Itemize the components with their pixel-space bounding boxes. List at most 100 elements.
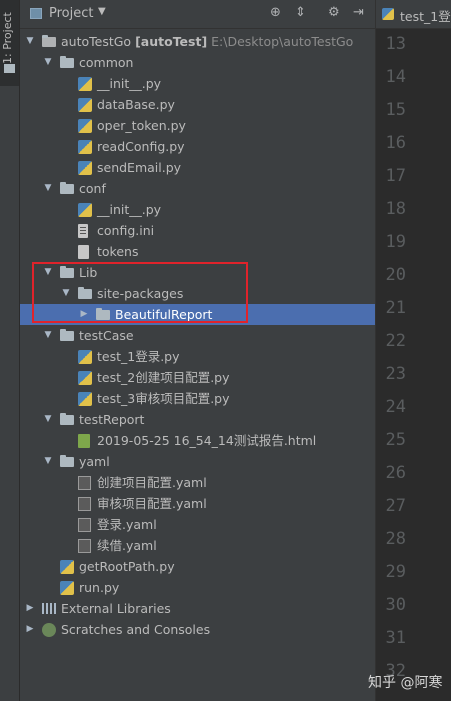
chevron-down-icon[interactable]: ▼ bbox=[98, 6, 106, 17]
tree-item[interactable]: dataBase.py bbox=[20, 94, 375, 115]
folder-icon bbox=[4, 64, 15, 73]
tree-item-label: common bbox=[79, 55, 134, 70]
collapse-all-icon[interactable]: ⇕ bbox=[295, 5, 306, 20]
tree-item-label: config.ini bbox=[97, 223, 155, 238]
tree-item[interactable]: getRootPath.py bbox=[20, 556, 375, 577]
tree-item-label: __init__.py bbox=[97, 202, 162, 217]
python-file-icon bbox=[78, 161, 92, 175]
tree-item[interactable]: ▼ conf bbox=[20, 178, 375, 199]
expand-arrow-icon[interactable]: ▼ bbox=[42, 325, 54, 346]
line-number: 23 bbox=[385, 364, 406, 384]
expand-arrow-icon[interactable]: ▼ bbox=[42, 178, 54, 199]
editor-area: test_1登录 13 14 15 16 17 18 19 20 21 22 23 24 25 26 27 2… bbox=[375, 0, 451, 701]
line-number: 13 bbox=[385, 34, 406, 54]
tree-item-label: test_1登录.py bbox=[97, 349, 180, 364]
line-number: 19 bbox=[385, 232, 406, 252]
collapse-arrow-icon[interactable]: ▶ bbox=[24, 598, 36, 619]
folder-icon bbox=[60, 329, 74, 341]
editor-tab[interactable]: test_1登录 bbox=[376, 0, 451, 29]
expand-arrow-icon[interactable]: ▼ bbox=[42, 409, 54, 430]
tree-item[interactable]: config.ini bbox=[20, 220, 375, 241]
project-view-selector[interactable]: Project bbox=[49, 6, 93, 21]
tree-item[interactable]: 续借.yaml bbox=[20, 535, 375, 556]
tree-item[interactable]: ▶ Scratches and Consoles bbox=[20, 619, 375, 640]
tree-item[interactable]: oper_token.py bbox=[20, 115, 375, 136]
tree-item[interactable]: __init__.py bbox=[20, 73, 375, 94]
folder-icon bbox=[60, 413, 74, 425]
tree-item[interactable]: run.py bbox=[20, 577, 375, 598]
highlight-box bbox=[32, 262, 248, 323]
text-file-icon bbox=[78, 245, 89, 259]
folder-icon bbox=[60, 455, 74, 467]
tree-item[interactable]: 审核项目配置.yaml bbox=[20, 493, 375, 514]
tree-item[interactable]: __init__.py bbox=[20, 199, 375, 220]
tree-item[interactable]: readConfig.py bbox=[20, 136, 375, 157]
tree-item[interactable]: tokens bbox=[20, 241, 375, 262]
expand-arrow-icon[interactable]: ▼ bbox=[42, 451, 54, 472]
tool-window-stripe: 1: Project bbox=[0, 0, 20, 701]
tree-item[interactable]: test_1登录.py bbox=[20, 346, 375, 367]
tree-item[interactable]: test_3审核项目配置.py bbox=[20, 388, 375, 409]
line-number: 15 bbox=[385, 100, 406, 120]
project-tool-window-button[interactable]: 1: Project bbox=[0, 0, 19, 86]
tree-item-label: oper_token.py bbox=[97, 118, 186, 133]
tree-item[interactable]: ▼ testReport bbox=[20, 409, 375, 430]
tree-item[interactable]: test_2创建项目配置.py bbox=[20, 367, 375, 388]
locate-icon[interactable]: ⊕ bbox=[270, 5, 281, 20]
hide-icon[interactable]: ⇥ bbox=[353, 5, 364, 20]
python-file-icon bbox=[78, 140, 92, 154]
line-number: 20 bbox=[385, 265, 406, 285]
line-number: 22 bbox=[385, 331, 406, 351]
tree-item[interactable]: ▼ yaml bbox=[20, 451, 375, 472]
folder-icon bbox=[60, 56, 74, 68]
expand-arrow-icon[interactable]: ▼ bbox=[24, 31, 36, 52]
tree-item[interactable]: 创建项目配置.yaml bbox=[20, 472, 375, 493]
collapse-arrow-icon[interactable]: ▶ bbox=[24, 619, 36, 640]
line-number: 24 bbox=[385, 397, 406, 417]
tree-item[interactable]: 2019-05-25 16_54_14测试报告.html bbox=[20, 430, 375, 451]
line-number: 16 bbox=[385, 133, 406, 153]
tree-item-label: conf bbox=[79, 181, 106, 196]
tree-item[interactable]: 登录.yaml bbox=[20, 514, 375, 535]
config-file-icon bbox=[78, 224, 88, 238]
project-panel-header: Project ▼ ⊕ ⇕ ⚙ ⇥ bbox=[20, 0, 375, 29]
line-number: 18 bbox=[385, 199, 406, 219]
tree-item-label: yaml bbox=[79, 454, 110, 469]
python-file-icon bbox=[78, 77, 92, 91]
root-folder-icon bbox=[42, 35, 56, 47]
tree-item[interactable]: ▶ External Libraries bbox=[20, 598, 375, 619]
python-file-icon bbox=[60, 560, 74, 574]
tree-item-label: readConfig.py bbox=[97, 139, 185, 154]
line-number: 21 bbox=[385, 298, 406, 318]
html-file-icon bbox=[78, 434, 90, 448]
python-file-icon bbox=[78, 203, 92, 217]
tree-item-label: __init__.py bbox=[97, 76, 162, 91]
editor-tab-label: test_1登录 bbox=[400, 9, 451, 24]
line-number: 29 bbox=[385, 562, 406, 582]
tree-item[interactable]: sendEmail.py bbox=[20, 157, 375, 178]
python-file-icon bbox=[382, 8, 394, 20]
expand-arrow-icon[interactable]: ▼ bbox=[42, 52, 54, 73]
tree-item-label: test_3审核项目配置.py bbox=[97, 391, 230, 406]
tree-item[interactable]: ▼ common bbox=[20, 52, 375, 73]
tree-item-label: 登录.yaml bbox=[97, 517, 157, 532]
yaml-file-icon bbox=[78, 539, 91, 553]
python-file-icon bbox=[78, 392, 92, 406]
tree-item[interactable]: ▼ testCase bbox=[20, 325, 375, 346]
project-panel: Project ▼ ⊕ ⇕ ⚙ ⇥ ▼ autoTestGo [autoTest]… bbox=[20, 0, 375, 701]
line-number: 17 bbox=[385, 166, 406, 186]
tree-item-label: testReport bbox=[79, 412, 145, 427]
line-number: 26 bbox=[385, 463, 406, 483]
project-tool-window-label: 1: Project bbox=[1, 12, 14, 64]
scratches-icon bbox=[42, 623, 56, 637]
tree-item-label: 创建项目配置.yaml bbox=[97, 475, 207, 490]
tree-item-label: testCase bbox=[79, 328, 134, 343]
gear-icon[interactable]: ⚙ bbox=[328, 5, 340, 20]
tree-item-label: test_2创建项目配置.py bbox=[97, 370, 230, 385]
yaml-file-icon bbox=[78, 518, 91, 532]
tree-item[interactable]: ▼ autoTestGo [autoTest] E:\Desktop\autoTe… bbox=[20, 31, 375, 52]
tree-item-label: External Libraries bbox=[61, 601, 171, 616]
tree-item-label: sendEmail.py bbox=[97, 160, 182, 175]
python-file-icon bbox=[78, 350, 92, 364]
yaml-file-icon bbox=[78, 497, 91, 511]
